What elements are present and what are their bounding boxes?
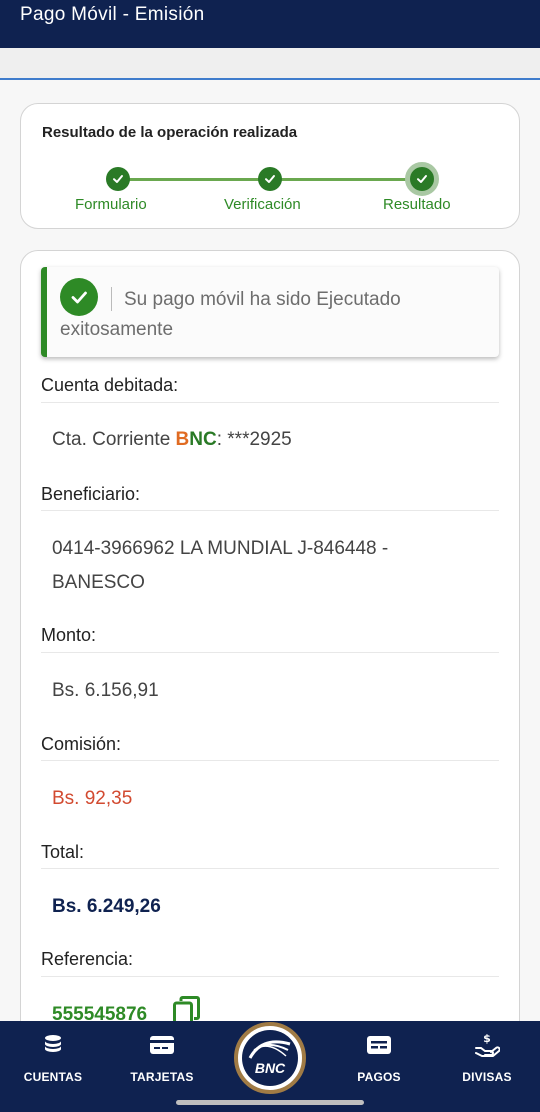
beneficiary-line-1: 0414-3966962 LA MUNDIAL J-846448 - xyxy=(52,538,389,559)
bnc-home-button[interactable]: BNC xyxy=(234,1022,306,1094)
nav-item-pagos[interactable]: PAGOS xyxy=(329,1021,429,1112)
step-connector-2 xyxy=(271,178,423,181)
nav-label-divisas: DIVISAS xyxy=(462,1070,512,1084)
bank-name-b: B xyxy=(175,429,190,450)
nav-item-cuentas[interactable]: CUENTAS xyxy=(3,1021,103,1112)
step-resultado-check-icon xyxy=(405,162,439,196)
account-number: : ***2925 xyxy=(216,429,292,450)
nav-label-pagos: PAGOS xyxy=(357,1070,401,1084)
result-detail-card: Su pago móvil ha sido Ejecutado exitosam… xyxy=(20,250,520,1022)
step-label-formulario: Formulario xyxy=(75,196,147,213)
beneficiary-divider xyxy=(41,510,499,511)
commission-value: Bs. 92,35 xyxy=(52,788,133,809)
card-icon xyxy=(147,1030,177,1060)
success-message: Su pago móvil ha sido Ejecutado exitosam… xyxy=(60,289,401,340)
account-value: Cta. Corriente BNC: ***2925 xyxy=(52,423,292,457)
currency-hand-icon: $ xyxy=(472,1030,502,1060)
step-verificacion-check-icon xyxy=(258,167,282,191)
app-header: Pago Móvil - Emisión xyxy=(0,0,540,48)
success-alert: Su pago móvil ha sido Ejecutado exitosam… xyxy=(41,267,499,357)
page-title: Pago Móvil - Emisión xyxy=(20,4,205,25)
step-connector-1 xyxy=(119,178,271,181)
step-label-verificacion: Verificación xyxy=(224,196,301,213)
bnc-logo-icon: BNC xyxy=(242,1030,298,1086)
bnc-logo-text: BNC xyxy=(254,1060,286,1076)
svg-text:$: $ xyxy=(483,1032,491,1045)
reference-divider xyxy=(41,976,499,977)
reference-label: Referencia: xyxy=(41,949,134,969)
commission-divider xyxy=(41,760,499,761)
beneficiary-line-2: BANESCO xyxy=(52,572,145,593)
system-home-indicator[interactable] xyxy=(176,1100,364,1105)
amount-label: Monto: xyxy=(41,625,97,645)
reference-value: 555545876 xyxy=(52,1004,148,1022)
account-label: Cuenta debitada: xyxy=(41,375,179,395)
progress-card: Resultado de la operación realizada Form… xyxy=(20,103,520,229)
bank-name-nc: NC xyxy=(189,429,217,450)
account-divider xyxy=(41,402,499,403)
total-value: Bs. 6.249,26 xyxy=(52,896,161,917)
step-formulario-check-icon xyxy=(106,167,130,191)
amount-divider xyxy=(41,652,499,653)
progress-title: Resultado de la operación realizada xyxy=(42,124,298,141)
nav-item-divisas[interactable]: $ DIVISAS xyxy=(437,1021,537,1112)
amount-value: Bs. 6.156,91 xyxy=(52,680,159,701)
account-type: Cta. Corriente xyxy=(52,429,176,450)
total-divider xyxy=(41,868,499,869)
total-label: Total: xyxy=(41,842,85,862)
nav-label-cuentas: CUENTAS xyxy=(23,1070,83,1084)
step-label-resultado: Resultado xyxy=(383,196,451,213)
main-content[interactable]: Resultado de la operación realizada Form… xyxy=(0,80,540,1022)
nav-item-tarjetas[interactable]: TARJETAS xyxy=(112,1021,212,1112)
commission-label: Comisión: xyxy=(41,734,122,754)
nav-label-tarjetas: TARJETAS xyxy=(130,1070,194,1084)
beneficiary-label: Beneficiario: xyxy=(41,484,141,504)
coins-icon xyxy=(38,1030,68,1060)
payments-icon xyxy=(364,1030,394,1060)
copy-icon[interactable] xyxy=(173,996,201,1022)
